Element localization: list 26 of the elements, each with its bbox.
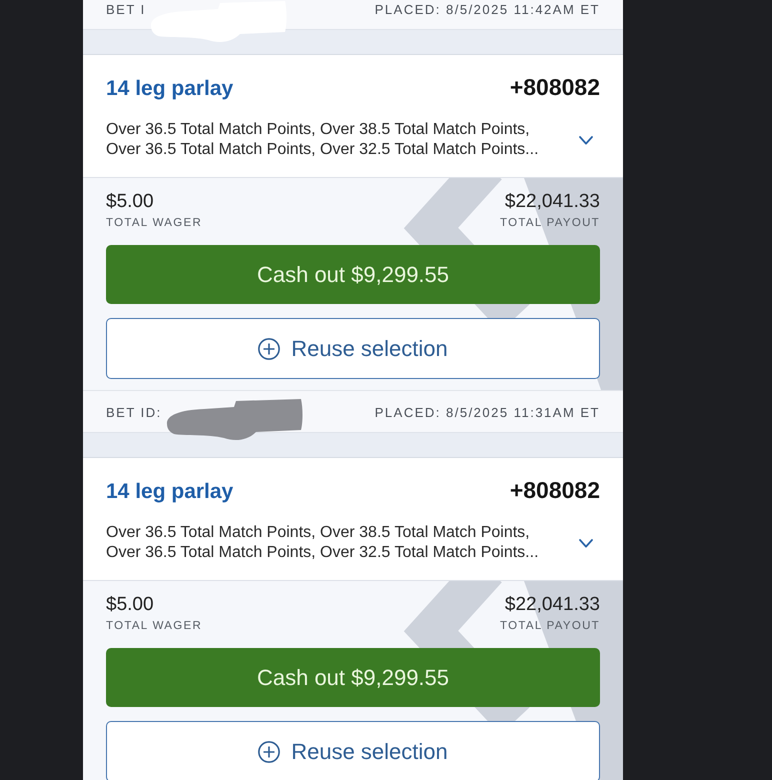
payout-label: TOTAL PAYOUT [500,216,600,230]
plus-circle-icon [258,740,280,762]
bet-title: 14 leg parlay [106,479,234,505]
reuse-selection-button[interactable]: Reuse selection [106,318,600,379]
payout-amount: $22,041.33 [504,594,600,616]
payout-label: TOTAL PAYOUT [500,619,600,633]
chevron-icon[interactable] [579,538,593,548]
chevron-icon[interactable] [579,136,593,144]
placed-timestamp: PLACED: 8/5/2025 11:31AM ET [374,404,600,421]
cash-out-button[interactable]: Cash out $9,299.55 [106,245,600,304]
wager-amount: $5.00 [106,191,154,213]
cash-out-button[interactable]: Cash out $9,299.55 [106,648,600,707]
wager-label: TOTAL WAGER [106,619,202,633]
payout-amount: $22,041.33 [504,191,600,213]
placed-timestamp: PLACED: 8/5/2025 11:42AM ET [374,1,600,18]
wager-label: TOTAL WAGER [106,216,202,230]
bet-id-label: BET ID: [106,404,162,421]
bet-id-label: BET I [106,1,146,18]
wager-amount: $5.00 [106,594,154,616]
reuse-selection-button[interactable]: Reuse selection [106,721,600,780]
legs-description: Over 36.5 Total Match Points, Over 38.5 Total Match Points, Over 36.5 Total Match Points, Over 32.5 Total Match Points... [106,523,540,563]
bet-title: 14 leg parlay [106,76,234,102]
odds-value: +808082 [510,74,600,100]
odds-value: +808082 [510,477,600,503]
legs-description: Over 36.5 Total Match Points, Over 38.5 Total Match Points, Over 36.5 Total Match Points, Over 32.5 Total Match Points... [106,120,540,160]
plus-circle-icon [258,338,280,360]
